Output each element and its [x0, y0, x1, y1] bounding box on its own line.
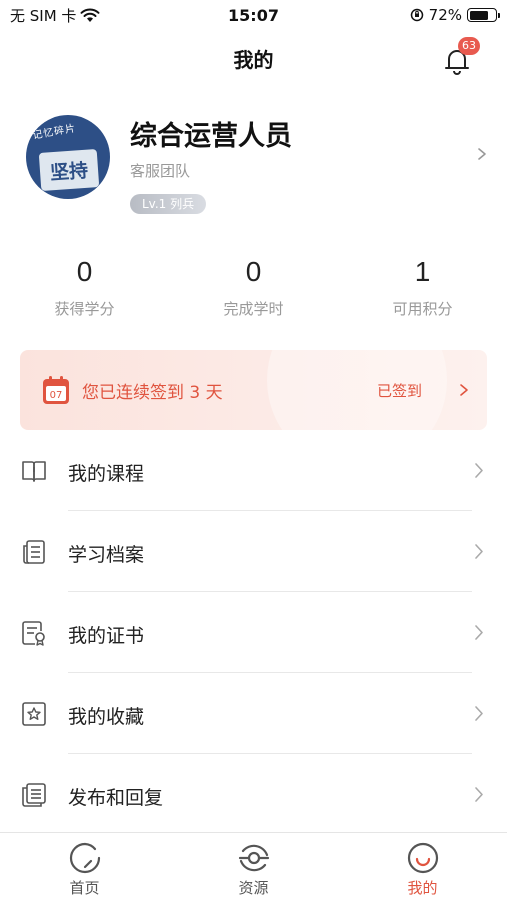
star-bookmark-icon [22, 702, 46, 726]
stacked-pages-icon [22, 783, 46, 807]
avatar[interactable]: 记忆碎片 坚持 [26, 115, 110, 199]
tab-bar: 首页 资源 我的 [0, 832, 507, 900]
resource-icon [238, 844, 269, 872]
page-title: 我的 [233, 48, 274, 72]
profile-team: 客服团队 [130, 162, 191, 180]
tab-home[interactable]: 首页 [0, 833, 169, 900]
tab-label: 资源 [238, 879, 269, 897]
profile-name: 综合运营人员 [130, 121, 292, 152]
stat-value: 0 [245, 256, 262, 287]
stat-label: 获得学分 [54, 300, 115, 318]
menu-item-courses[interactable]: 我的课程 [0, 430, 507, 511]
checkin-status: 已签到 [377, 382, 423, 400]
chevron-right-icon [475, 706, 483, 721]
menu-item-archive[interactable]: 学习档案 [0, 511, 507, 592]
tab-mine[interactable]: 我的 [338, 833, 507, 900]
menu-item-label: 学习档案 [68, 544, 145, 566]
avatar-caption: 记忆碎片 [31, 123, 77, 142]
level-badge: Lv.1 列兵 [130, 194, 207, 214]
chevron-right-icon [478, 148, 486, 160]
status-bar: 无 SIM 卡 15:07 72% [0, 0, 507, 30]
orientation-lock-icon [410, 8, 423, 22]
checkin-banner[interactable]: 07 您已连续签到 3 天 已签到 [20, 350, 487, 430]
stats-row: 0 获得学分 0 完成学时 1 可用积分 [0, 252, 507, 332]
menu-item-label: 我的收藏 [68, 706, 145, 728]
tab-label: 首页 [69, 879, 100, 897]
wifi-icon [80, 8, 100, 22]
chevron-right-icon [475, 625, 483, 640]
profile-card[interactable]: 记忆碎片 坚持 综合运营人员 客服团队 Lv.1 列兵 [0, 110, 507, 220]
battery-icon [467, 8, 500, 22]
checkin-text: 您已连续签到 3 天 [82, 383, 223, 403]
chevron-right-icon [460, 384, 468, 396]
stat-points[interactable]: 1 可用积分 [338, 252, 507, 332]
smile-icon [407, 842, 438, 874]
document-list-icon [23, 540, 45, 564]
calendar-icon: 07 [43, 376, 69, 404]
status-right: 72% [410, 6, 500, 24]
battery-fill [469, 10, 488, 20]
certificate-icon [22, 621, 45, 646]
stat-value: 0 [76, 256, 93, 287]
stat-label: 可用积分 [392, 300, 453, 318]
stat-hours[interactable]: 0 完成学时 [169, 252, 338, 332]
home-circle-icon [69, 842, 100, 874]
status-left: 无 SIM 卡 [10, 5, 100, 26]
battery-percent: 72% [428, 6, 462, 24]
menu-item-label: 发布和回复 [68, 787, 164, 809]
status-time: 15:07 [228, 5, 279, 25]
menu-item-label: 我的证书 [68, 625, 145, 647]
stat-value: 1 [414, 256, 431, 287]
calendar-day: 07 [50, 390, 63, 401]
book-icon [22, 461, 46, 482]
menu-item-favorites[interactable]: 我的收藏 [0, 673, 507, 754]
menu-item-certificates[interactable]: 我的证书 [0, 592, 507, 673]
stat-label: 完成学时 [223, 300, 284, 318]
tab-label: 我的 [407, 879, 438, 897]
nav-header: 我的 [0, 30, 507, 88]
carrier-label: 无 SIM 卡 [10, 6, 77, 25]
notification-badge: 63 [458, 37, 480, 55]
tab-resources[interactable]: 资源 [169, 833, 338, 900]
menu-item-label: 我的课程 [68, 463, 145, 485]
chevron-right-icon [475, 463, 483, 478]
avatar-text: 坚持 [38, 149, 100, 191]
chevron-right-icon [475, 787, 483, 802]
menu-list: 我的课程 学习档案 我的证书 我的收藏 发布和回复 [0, 430, 507, 835]
stat-credits[interactable]: 0 获得学分 [0, 252, 169, 332]
chevron-right-icon [475, 544, 483, 559]
menu-item-posts[interactable]: 发布和回复 [0, 754, 507, 835]
